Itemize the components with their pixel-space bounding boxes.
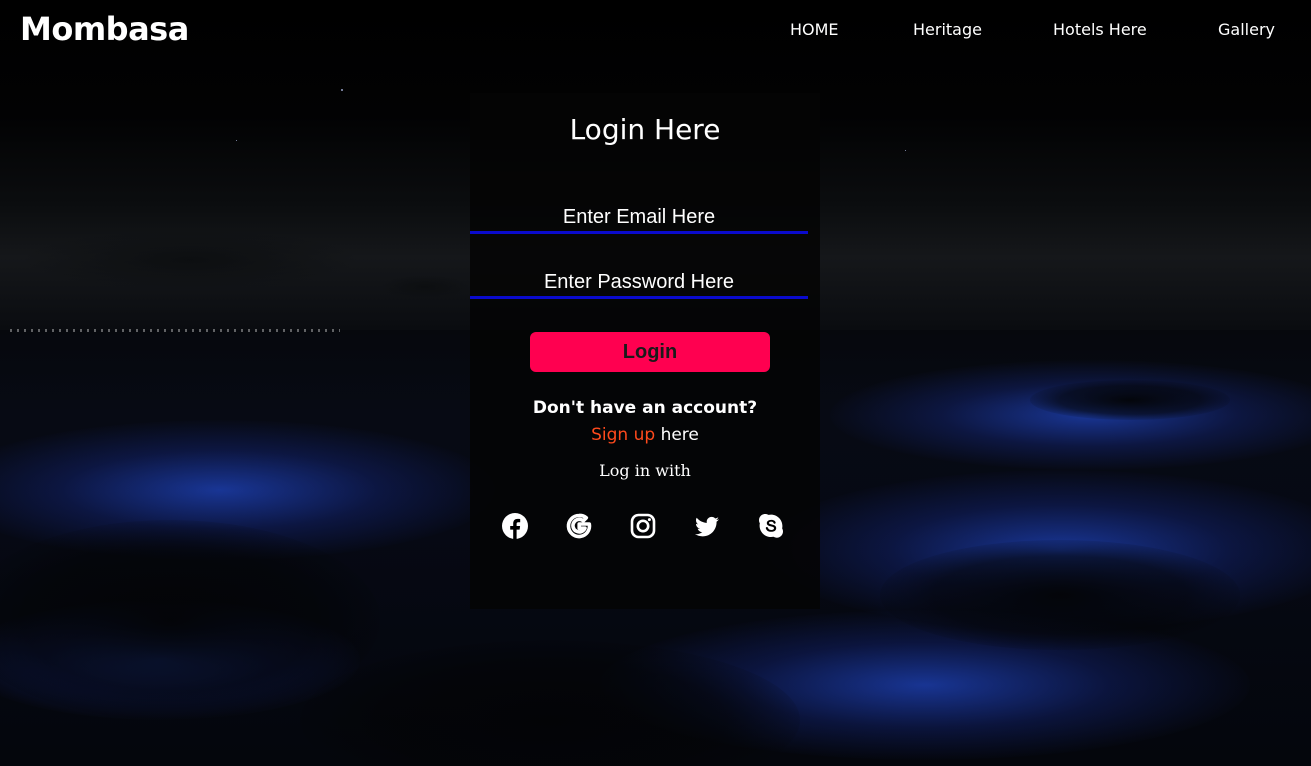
star xyxy=(236,140,237,141)
signup-link[interactable]: Sign up xyxy=(591,425,655,445)
nav-link-hotels[interactable]: Hotels Here xyxy=(1053,20,1147,39)
navbar: Mombasa HOME Heritage Hotels Here Galler… xyxy=(0,0,1311,62)
signup-suffix: here xyxy=(655,425,699,445)
no-account-text: Don't have an account? xyxy=(532,398,758,418)
login-button[interactable]: Login xyxy=(530,332,770,372)
nav-link-home[interactable]: HOME xyxy=(790,20,839,39)
cloud xyxy=(20,230,360,290)
cloud xyxy=(380,275,470,299)
star xyxy=(905,150,906,151)
signup-line: Sign up here xyxy=(470,422,820,449)
star xyxy=(341,89,343,91)
login-panel: Login Here Login Don't have an account? … xyxy=(470,93,820,609)
brand-logo[interactable]: Mombasa xyxy=(20,10,189,48)
rock xyxy=(880,540,1240,650)
facebook-icon[interactable] xyxy=(500,511,530,541)
login-with-label: Log in with xyxy=(599,461,691,480)
password-input[interactable] xyxy=(470,268,808,299)
social-login-icons xyxy=(500,511,790,543)
nav-link-heritage[interactable]: Heritage xyxy=(913,20,982,39)
google-icon[interactable] xyxy=(564,511,594,541)
twitter-icon[interactable] xyxy=(692,511,722,541)
horizon-lights xyxy=(10,329,340,332)
instagram-icon[interactable] xyxy=(628,511,658,541)
rock xyxy=(1030,380,1230,420)
skype-icon[interactable] xyxy=(756,511,786,541)
nav-link-gallery[interactable]: Gallery xyxy=(1218,20,1275,39)
login-title: Login Here xyxy=(569,113,721,146)
email-input[interactable] xyxy=(470,203,808,234)
signup-prompt: Don't have an account? Sign up here xyxy=(470,395,820,449)
